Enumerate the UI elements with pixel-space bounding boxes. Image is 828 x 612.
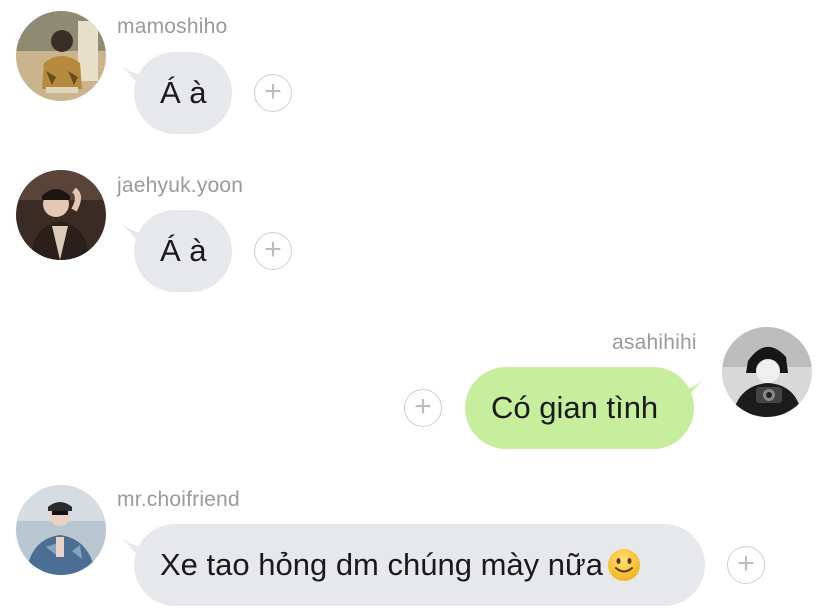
add-reaction-button[interactable]: +: [254, 74, 292, 112]
avatar[interactable]: [16, 170, 106, 260]
plus-icon: +: [414, 390, 432, 423]
sender-name: jaehyuk.yoon: [117, 174, 244, 197]
plus-icon: +: [264, 75, 282, 108]
add-reaction-button[interactable]: +: [254, 232, 292, 270]
message-bubble[interactable]: Á à: [134, 52, 232, 134]
sender-name: mr.choifriend: [117, 488, 240, 511]
message-text: Có gian tình: [491, 390, 659, 425]
add-reaction-button[interactable]: +: [404, 389, 442, 427]
profile-photo-icon: [16, 170, 106, 260]
message-text: Xe tao hỏng dm chúng mày nữa: [160, 547, 603, 582]
plus-icon: +: [264, 233, 282, 266]
avatar[interactable]: [16, 485, 106, 575]
profile-photo-icon: [722, 327, 812, 417]
plus-icon: +: [737, 547, 755, 580]
message-bubble[interactable]: Xe tao hỏng dm chúng mày nữa: [134, 524, 705, 606]
message-text: Á à: [160, 233, 207, 268]
avatar[interactable]: [16, 11, 106, 101]
profile-photo-icon: [16, 485, 106, 575]
profile-photo-icon: [16, 11, 106, 101]
message-text: Á à: [160, 75, 207, 110]
message-bubble[interactable]: Á à: [134, 210, 232, 292]
slightly-smiling-face-icon: [607, 549, 640, 581]
sender-name: mamoshiho: [117, 15, 228, 38]
sender-name: asahihihi: [612, 331, 697, 354]
avatar[interactable]: [722, 327, 812, 417]
add-reaction-button[interactable]: +: [727, 546, 765, 584]
message-bubble[interactable]: Có gian tình: [465, 367, 694, 449]
